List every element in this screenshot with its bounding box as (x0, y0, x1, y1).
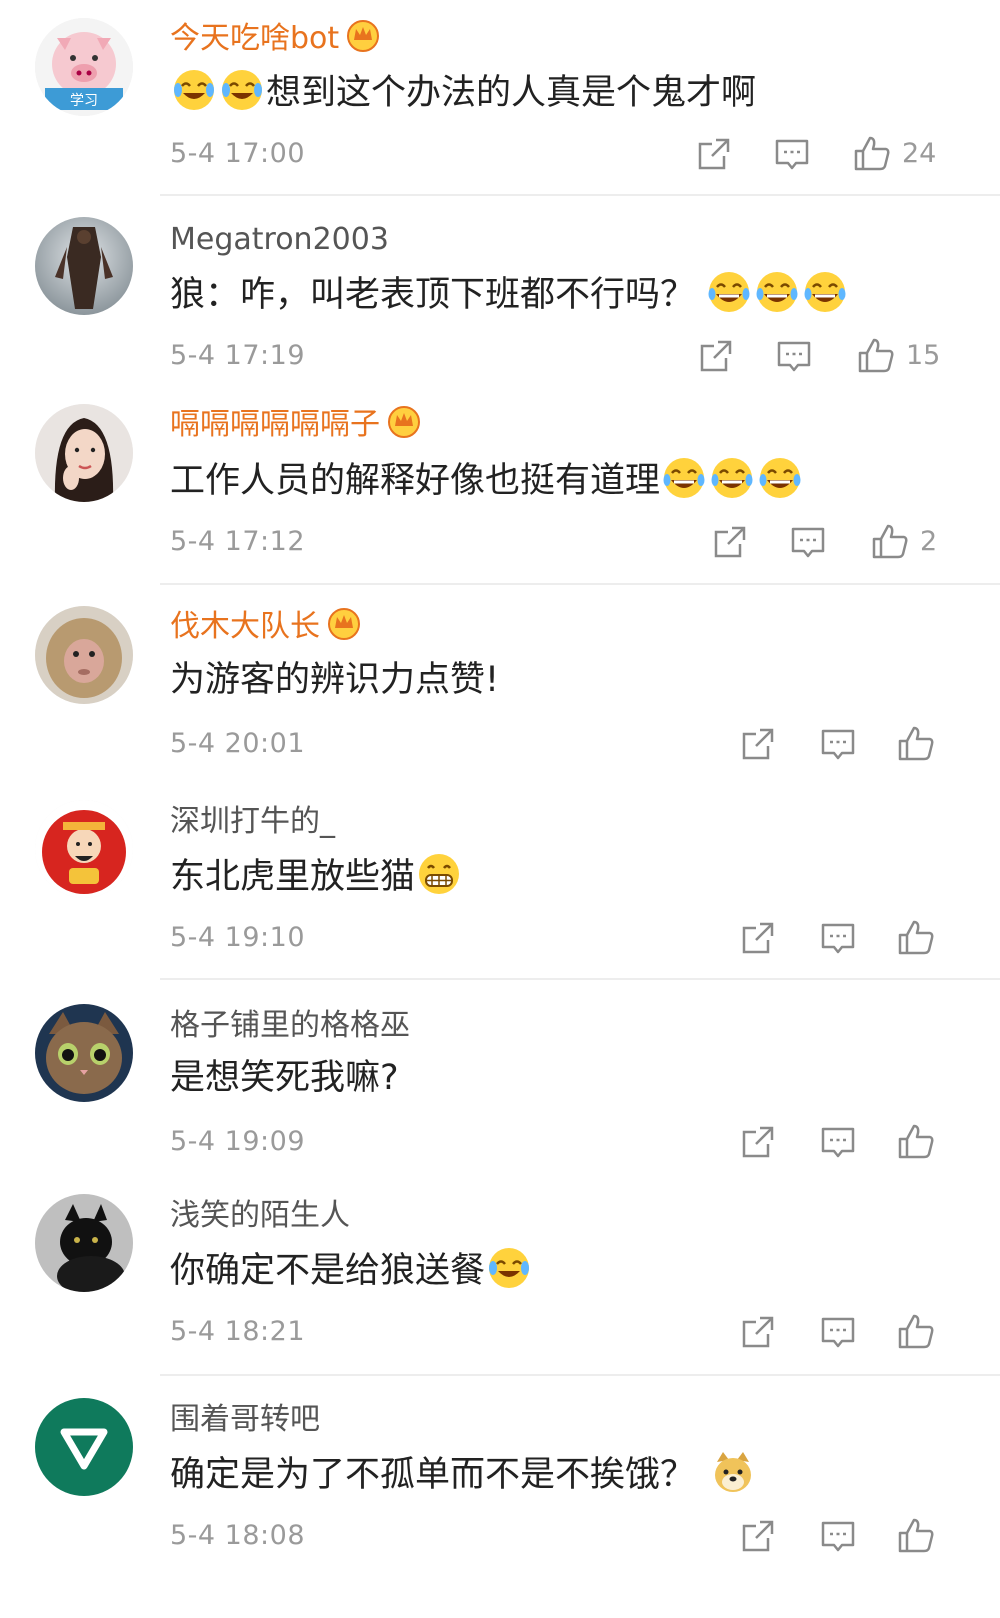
username[interactable]: Megatron2003 (170, 220, 389, 260)
reply-icon[interactable] (818, 1122, 862, 1162)
comment-time: 5-4 18:21 (170, 1316, 305, 1347)
comment-text: 东北虎里放些猫 (170, 852, 463, 899)
repost-icon[interactable] (738, 918, 782, 958)
username[interactable]: 围着哥转吧 (170, 1400, 320, 1440)
monkey-avatar-icon[interactable] (35, 606, 133, 704)
comment-list: 学习 今天吃啥bot 想到这个办法的人真是个鬼才啊 5-4 17:00 24 M… (0, 0, 1000, 1618)
repost-icon[interactable] (710, 522, 754, 562)
vip-crown-icon (345, 18, 381, 52)
reply-icon[interactable] (818, 1516, 862, 1556)
comment-time: 5-4 19:09 (170, 1126, 305, 1157)
reply-icon[interactable] (818, 918, 862, 958)
repost-icon[interactable] (738, 1122, 782, 1162)
like-icon[interactable] (856, 336, 900, 376)
girl-avatar-icon[interactable] (35, 404, 133, 502)
reply-icon[interactable] (772, 134, 816, 174)
comment-time: 5-4 17:19 (170, 340, 305, 371)
comment-text: 确定是为了不孤单而不是不挨饿？ (170, 1450, 757, 1497)
reply-icon[interactable] (818, 1312, 862, 1352)
laughing-emoji (803, 270, 847, 314)
divider (160, 978, 1000, 980)
username[interactable]: 嗝嗝嗝嗝嗝嗝子 (170, 404, 422, 445)
vip-crown-icon (386, 404, 422, 438)
divider (160, 583, 1000, 585)
repost-icon[interactable] (696, 336, 740, 376)
like-icon[interactable] (896, 918, 940, 958)
reply-icon[interactable] (818, 724, 862, 764)
divider (160, 194, 1000, 196)
username[interactable]: 格子铺里的格格巫 (170, 1006, 410, 1046)
laughing-emoji (710, 456, 754, 500)
username[interactable]: 浅笑的陌生人 (170, 1196, 350, 1236)
like-icon[interactable] (896, 1516, 940, 1556)
username[interactable]: 深圳打牛的_ (170, 802, 335, 842)
pig-avatar-icon[interactable]: 学习 (35, 18, 133, 116)
vip-crown-icon (326, 606, 362, 640)
robot-avatar-icon[interactable] (35, 217, 133, 315)
reply-icon[interactable] (788, 522, 832, 562)
green-triangle-avatar-icon[interactable] (35, 1398, 133, 1496)
like-icon[interactable] (896, 1312, 940, 1352)
doge-emoji (711, 1450, 755, 1494)
fortune-god-avatar-icon[interactable] (35, 800, 133, 898)
black-cat-avatar-icon[interactable] (35, 1194, 133, 1292)
comment-text: 你确定不是给狼送餐 (170, 1246, 533, 1293)
cat-avatar-icon[interactable] (35, 1004, 133, 1102)
comment-time: 5-4 20:01 (170, 728, 305, 759)
laughing-emoji (758, 456, 802, 500)
divider (160, 1374, 1000, 1376)
repost-icon[interactable] (694, 134, 738, 174)
laughing-emoji (707, 270, 751, 314)
grin-emoji (417, 852, 461, 896)
like-icon[interactable] (852, 134, 896, 174)
like-count: 15 (906, 340, 941, 371)
comment-time: 5-4 17:12 (170, 526, 305, 557)
comment-text: 想到这个办法的人真是个鬼才啊 (170, 68, 756, 115)
repost-icon[interactable] (738, 1516, 782, 1556)
reply-icon[interactable] (774, 336, 818, 376)
comment-text: 是想笑死我嘛? (170, 1058, 399, 1098)
comment-time: 5-4 17:00 (170, 138, 305, 169)
repost-icon[interactable] (738, 1312, 782, 1352)
crying-laugh-emoji (172, 68, 216, 112)
comment-text: 狼：咋，叫老表顶下班都不行吗？ (170, 270, 849, 317)
like-icon[interactable] (896, 724, 940, 764)
like-count: 2 (920, 526, 938, 557)
comment-time: 5-4 19:10 (170, 922, 305, 953)
like-icon[interactable] (870, 522, 914, 562)
laughing-emoji (662, 456, 706, 500)
like-count: 24 (902, 138, 937, 169)
crying-laugh-emoji (220, 68, 264, 112)
like-icon[interactable] (896, 1122, 940, 1162)
comment-time: 5-4 18:08 (170, 1520, 305, 1551)
svg-text:学习: 学习 (70, 93, 98, 109)
comment-text: 为游客的辨识力点赞! (170, 660, 500, 700)
username[interactable]: 今天吃啥bot (170, 18, 381, 59)
username[interactable]: 伐木大队长 (170, 606, 362, 647)
crying-laugh-emoji (487, 1246, 531, 1290)
laughing-emoji (755, 270, 799, 314)
repost-icon[interactable] (738, 724, 782, 764)
comment-text: 工作人员的解释好像也挺有道理 (170, 456, 804, 503)
